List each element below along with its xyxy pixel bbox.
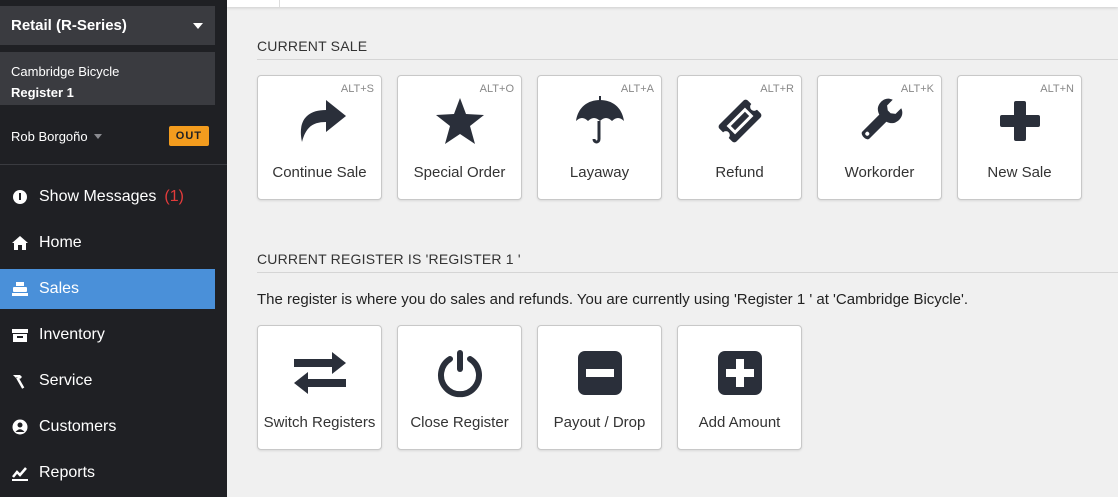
power-icon: [398, 346, 521, 400]
shop-name: Cambridge Bicycle: [11, 64, 120, 79]
store-selector-label: Retail (R-Series): [11, 17, 127, 34]
message-count-badge: (1): [164, 188, 184, 205]
register-description: The register is where you do sales and r…: [257, 291, 968, 308]
nav-service[interactable]: Service: [0, 361, 215, 401]
close-register-button[interactable]: Close Register: [397, 325, 522, 450]
nav-label: Show Messages: [39, 188, 157, 205]
ticket-icon: [678, 94, 801, 148]
top-bar: [227, 0, 1118, 7]
wrench-icon: [818, 94, 941, 148]
tile-label: Add Amount: [698, 414, 781, 431]
plus-icon: [958, 94, 1081, 148]
tile-label: Special Order: [413, 164, 506, 181]
chevron-down-icon: [193, 22, 203, 29]
divider: [0, 164, 227, 165]
add-amount-button[interactable]: Add Amount: [677, 325, 802, 450]
nav-label: Customers: [39, 418, 117, 435]
nav-show-messages[interactable]: Show Messages (1): [0, 177, 215, 217]
switch-arrows-icon: [258, 346, 381, 400]
nav-label: Reports: [39, 464, 96, 481]
nav-customers[interactable]: Customers: [0, 407, 215, 447]
hammer-icon: [10, 371, 30, 391]
share-arrow-icon: [258, 94, 381, 148]
nav-label: Home: [39, 234, 82, 251]
tile-label: Refund: [715, 164, 764, 181]
layaway-button[interactable]: ALT+A Layaway: [537, 75, 662, 200]
user-name: Rob Borgoño: [11, 128, 88, 144]
divider: [257, 272, 1118, 273]
nav-label: Service: [39, 372, 93, 389]
divider: [279, 0, 280, 7]
customer-icon: [10, 417, 30, 437]
special-order-button[interactable]: ALT+O Special Order: [397, 75, 522, 200]
nav-label: Inventory: [39, 326, 105, 343]
tile-label: Workorder: [844, 164, 915, 181]
inventory-icon: [10, 325, 30, 345]
user-row: Rob Borgoño OUT: [11, 124, 209, 148]
tile-label: Layaway: [569, 164, 630, 181]
register-icon: [10, 279, 30, 299]
chevron-down-icon: [93, 133, 102, 139]
workorder-button[interactable]: ALT+K Workorder: [817, 75, 942, 200]
home-icon: [10, 233, 30, 253]
new-sale-button[interactable]: ALT+N New Sale: [957, 75, 1082, 200]
sidebar: Retail (R-Series) Cambridge Bicycle Regi…: [0, 0, 227, 497]
star-icon: [398, 94, 521, 148]
nav-reports[interactable]: Reports: [0, 453, 215, 493]
plus-square-icon: [678, 346, 801, 400]
store-selector[interactable]: Retail (R-Series): [0, 6, 215, 45]
nav-home[interactable]: Home: [0, 223, 215, 263]
switch-registers-button[interactable]: Switch Registers: [257, 325, 382, 450]
user-menu[interactable]: Rob Borgoño: [11, 129, 102, 144]
info-icon: [10, 187, 30, 207]
tile-label: Switch Registers: [263, 414, 376, 431]
shop-register-info: Cambridge Bicycle Register 1: [0, 52, 215, 105]
tile-label: Close Register: [410, 414, 509, 431]
section-title-current-register: CURRENT REGISTER IS 'REGISTER 1 ': [257, 251, 521, 267]
register-name: Register 1: [11, 85, 74, 100]
payout-drop-button[interactable]: Payout / Drop: [537, 325, 662, 450]
chart-icon: [10, 463, 30, 483]
section-title-current-sale: CURRENT SALE: [257, 38, 368, 54]
continue-sale-button[interactable]: ALT+S Continue Sale: [257, 75, 382, 200]
clock-out-button[interactable]: OUT: [168, 126, 209, 146]
umbrella-icon: [538, 94, 661, 148]
tile-label: Payout / Drop: [553, 414, 646, 431]
nav-inventory[interactable]: Inventory: [0, 315, 215, 355]
tile-label: New Sale: [987, 164, 1052, 181]
nav-label: Sales: [39, 280, 80, 297]
minus-square-icon: [538, 346, 661, 400]
tile-label: Continue Sale: [272, 164, 367, 181]
refund-button[interactable]: ALT+R Refund: [677, 75, 802, 200]
nav-sales[interactable]: Sales: [0, 269, 215, 309]
divider: [257, 59, 1118, 60]
